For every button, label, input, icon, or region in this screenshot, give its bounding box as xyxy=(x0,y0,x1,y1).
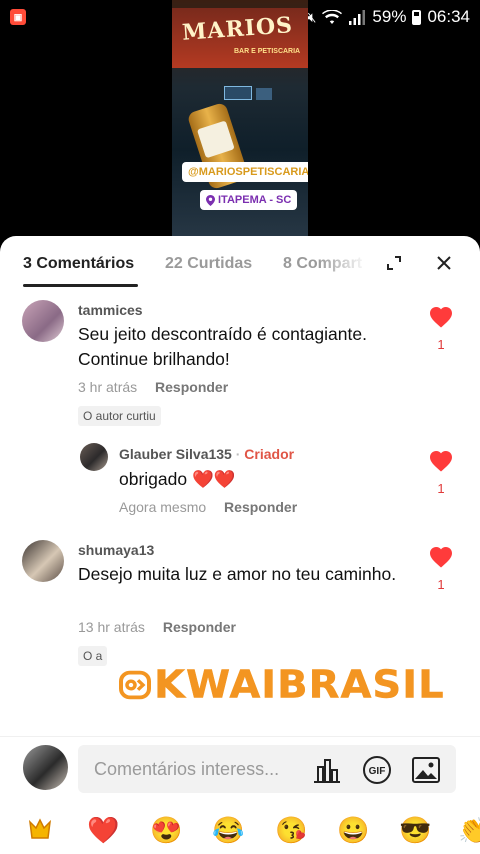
poll-button[interactable] xyxy=(312,756,342,784)
close-button[interactable] xyxy=(433,252,455,274)
heart-filled-icon xyxy=(430,307,452,328)
tab-active-indicator xyxy=(23,284,138,287)
current-user-avatar[interactable] xyxy=(23,745,68,790)
wifi-icon xyxy=(322,9,343,24)
tab-likes[interactable]: 22 Curtidas xyxy=(165,255,252,273)
clock: 06:34 xyxy=(427,7,470,26)
emoji-clap[interactable]: 👏 xyxy=(458,814,480,846)
video-player[interactable]: MARIOS BAR E PETISCARIA @MARIOSPETISCARI… xyxy=(0,0,480,250)
comment-time: 3 hr atrás xyxy=(78,379,138,395)
creator-badge: Criador xyxy=(244,446,295,462)
neon-sign-small xyxy=(256,88,272,100)
avatar-tammices[interactable] xyxy=(22,300,64,342)
reply-button[interactable]: Responder xyxy=(224,499,297,515)
mute-icon: 🔇︎ xyxy=(307,8,317,25)
comment-input-container[interactable]: GIF xyxy=(78,745,456,793)
reply-username-row: Glauber Silva135 · Criador xyxy=(119,446,295,462)
kwai-watermark: KWAIBRASIL xyxy=(118,663,445,707)
comment-username[interactable]: tammices xyxy=(78,302,143,318)
like-count: 1 xyxy=(437,337,445,352)
like-button[interactable]: 1 xyxy=(428,546,454,592)
bar-chart-icon xyxy=(314,759,340,783)
expand-button[interactable] xyxy=(383,252,405,274)
emoji-heart[interactable]: ❤️ xyxy=(87,814,119,846)
kwai-logo-icon xyxy=(119,670,151,700)
reply-button[interactable]: Responder xyxy=(163,619,236,635)
kwai-sticker-icon xyxy=(28,818,52,839)
comment-input-bar: GIF xyxy=(0,736,480,800)
emoji-sunglasses[interactable]: 😎 xyxy=(399,814,431,846)
like-button[interactable]: 1 xyxy=(428,306,454,352)
image-button[interactable] xyxy=(411,756,441,784)
video-frame: MARIOS BAR E PETISCARIA @MARIOSPETISCARI… xyxy=(172,0,308,250)
author-liked-chip: O autor curtiu xyxy=(78,406,161,426)
comment-meta: 13 hr atrás Responder xyxy=(78,619,236,635)
store-sign-subtitle: BAR E PETISCARIA xyxy=(234,48,301,55)
like-button[interactable]: 1 xyxy=(428,450,454,496)
battery-percent: 59% xyxy=(372,7,407,26)
svg-text:GIF: GIF xyxy=(369,766,386,777)
reply-button[interactable]: Responder xyxy=(155,379,228,395)
neon-sign xyxy=(224,86,252,100)
gif-icon: GIF xyxy=(363,756,391,784)
avatar-glauber[interactable] xyxy=(80,443,108,471)
expand-icon xyxy=(387,256,401,270)
heart-filled-icon xyxy=(430,547,452,568)
comment-username[interactable]: shumaya13 xyxy=(78,542,154,558)
gif-button[interactable]: GIF xyxy=(362,756,392,784)
handle-sticker: @MARIOSPETISCARIA xyxy=(182,162,308,182)
emoji-grin[interactable]: 😀 xyxy=(337,814,369,846)
author-liked-chip: O a xyxy=(78,646,108,666)
emoji-heart-eyes[interactable]: 😍 xyxy=(150,814,182,846)
like-count: 1 xyxy=(437,481,445,496)
reply-time: Agora mesmo xyxy=(119,499,207,515)
comment-text: Desejo muita luz e amor no teu caminho. xyxy=(78,564,397,584)
location-pin-icon xyxy=(206,194,215,206)
reply-meta: Agora mesmo Responder xyxy=(119,499,297,515)
comment-input[interactable] xyxy=(94,753,304,785)
comment-meta: 3 hr atrás Responder xyxy=(78,379,228,395)
reply-username[interactable]: Glauber Silva135 xyxy=(119,446,232,462)
quick-emoji-bar: ❤️ 😍 😂 😘 😀 😎 👏 xyxy=(0,806,480,854)
battery-icon xyxy=(412,9,422,25)
tab-bar: 3 Comentários 22 Curtidas 8 Compart xyxy=(0,236,480,290)
location-sticker: ITAPEMA - SC xyxy=(200,190,298,210)
emoji-tears-of-joy[interactable]: 😂 xyxy=(212,814,244,846)
signal-icon xyxy=(349,9,366,25)
close-icon xyxy=(437,256,451,270)
like-count: 1 xyxy=(437,577,445,592)
emoji-kiss[interactable]: 😘 xyxy=(275,814,307,846)
app-notification-icon: ▣ xyxy=(10,9,26,25)
tab-fade xyxy=(318,250,368,280)
status-bar: ▣ 🔇︎ 59% 06:34 xyxy=(0,0,480,34)
tab-comments[interactable]: 3 Comentários xyxy=(23,255,134,273)
image-icon xyxy=(412,757,440,783)
avatar-shumaya13[interactable] xyxy=(22,540,64,582)
heart-filled-icon xyxy=(430,451,452,472)
kwai-sticker-emoji[interactable] xyxy=(26,814,58,846)
comment-time: 13 hr atrás xyxy=(78,619,145,635)
reply-text: obrigado ❤️❤️ xyxy=(119,469,236,489)
comment-text: Seu jeito descontraído é contagiante. Co… xyxy=(78,324,367,369)
